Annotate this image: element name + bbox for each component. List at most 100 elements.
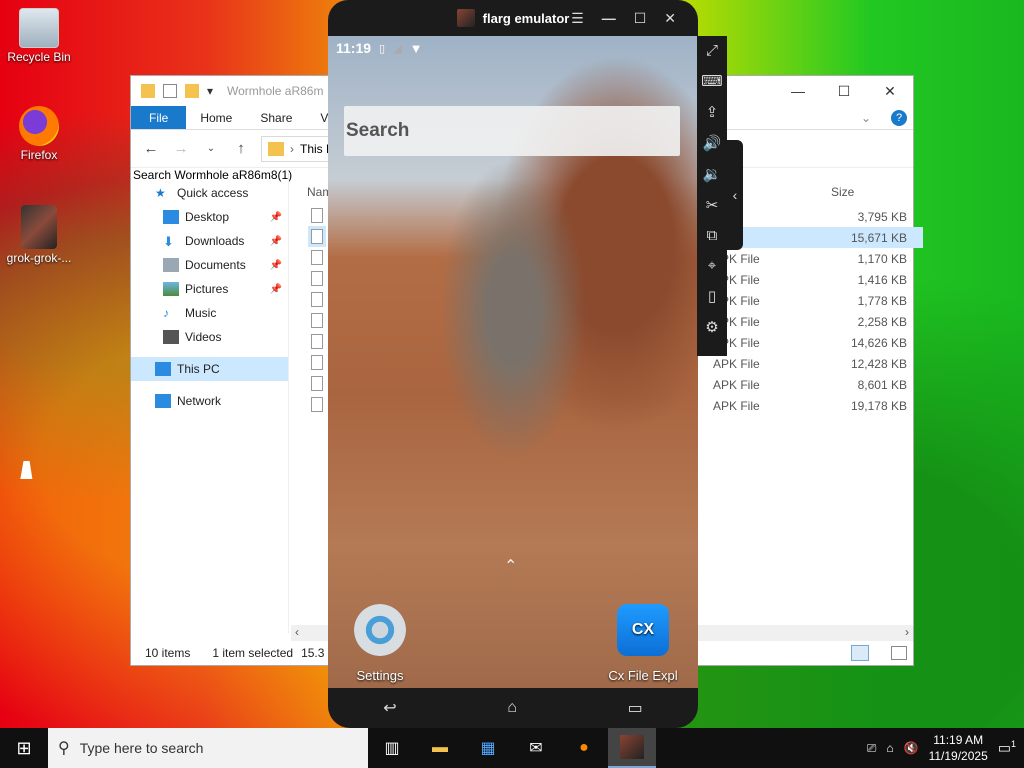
file-size-cell: 14,626 KB — [850, 335, 907, 350]
table-row[interactable]: APK File 8,601 KB — [699, 374, 923, 395]
maximize-button[interactable]: ☐ — [821, 76, 867, 106]
forward-arrow-icon[interactable]: → — [171, 140, 191, 157]
nav-item-downloads[interactable]: ⬇ Downloads 📌 — [131, 229, 288, 253]
nav-item-videos[interactable]: Videos — [131, 325, 288, 349]
new-folder-icon[interactable] — [185, 84, 199, 98]
large-icons-view-icon[interactable] — [891, 646, 907, 660]
file-icon[interactable] — [311, 313, 323, 328]
file-explorer-icon: ▬ — [432, 739, 448, 756]
multi-instance-icon[interactable]: ⧉ — [707, 227, 718, 244]
table-row[interactable]: APK File 14,626 KB — [699, 332, 923, 353]
close-button[interactable]: ✕ — [867, 76, 913, 106]
nav-this-pc[interactable]: This PC — [131, 357, 288, 381]
taskbar-firefox[interactable]: ● — [560, 728, 608, 768]
nav-item-desktop[interactable]: Desktop 📌 — [131, 205, 288, 229]
start-button[interactable]: ⊞ — [0, 728, 48, 768]
column-header-size[interactable]: Size — [831, 185, 854, 199]
file-size-cell: 3,795 KB — [857, 209, 907, 224]
install-apk-icon[interactable]: ⇪ — [706, 103, 719, 121]
nav-quick-access[interactable]: ★ Quick access — [131, 181, 288, 205]
file-icon[interactable] — [311, 292, 323, 307]
tab-home[interactable]: Home — [186, 106, 246, 129]
home-nav-icon[interactable]: ⌂ — [507, 699, 517, 717]
file-icon[interactable] — [311, 271, 323, 286]
wifi-icon: ▼ — [409, 40, 423, 56]
android-home-screen[interactable]: 11:19 ▯ ◢ ▼ Search ⌃ Settings CX Cx File… — [328, 36, 698, 688]
minimize-button[interactable]: — — [775, 76, 821, 106]
table-row[interactable]: APK File 2,258 KB — [699, 311, 923, 332]
file-size-cell: 2,258 KB — [857, 314, 907, 329]
table-row[interactable]: APK File 1,778 KB — [699, 290, 923, 311]
status-selection: 1 item selected — [212, 646, 294, 660]
close-button[interactable]: ✕ — [664, 10, 676, 27]
search-icon: ⚲ — [58, 740, 70, 757]
app-drawer-chevron-icon[interactable]: ⌃ — [504, 556, 517, 576]
network-tray-icon[interactable]: ⌂ — [886, 741, 893, 755]
file-icon[interactable] — [311, 229, 323, 244]
volume-down-icon[interactable]: 🔉 — [703, 165, 722, 183]
table-row[interactable]: APK File 1,416 KB — [699, 269, 923, 290]
app-settings[interactable]: Settings — [335, 604, 425, 683]
system-tray: ⎚ ⌂ 🔇 11:19 AM 11/19/2025 ▭1 — [867, 732, 1024, 764]
fullscreen-icon[interactable]: ⤢ — [706, 42, 718, 59]
task-view-button[interactable]: ▥ — [368, 728, 416, 768]
shake-icon[interactable]: ▯ — [708, 287, 716, 305]
collapse-toolbar-button[interactable]: ‹ — [727, 140, 743, 250]
location-icon[interactable]: ⌖ — [708, 257, 716, 274]
recents-nav-icon[interactable]: ▭ — [628, 698, 643, 718]
table-row[interactable]: APK File 1,170 KB — [699, 248, 923, 269]
table-row[interactable]: APK File 19,178 KB — [699, 395, 923, 416]
expand-ribbon-icon[interactable]: ⌄ — [847, 106, 885, 129]
file-icon[interactable] — [311, 376, 323, 391]
menu-icon[interactable]: ☰ — [571, 10, 584, 27]
details-view-icon[interactable] — [851, 645, 869, 661]
up-arrow-icon[interactable]: ↑ — [231, 140, 251, 157]
file-icon[interactable] — [311, 397, 323, 412]
taskbar-search-box[interactable]: ⚲ Type here to search — [48, 728, 368, 768]
file-icon[interactable] — [311, 355, 323, 370]
app-cx-file-explorer[interactable]: CX Cx File Expl — [598, 604, 688, 683]
properties-icon[interactable] — [163, 84, 177, 98]
taskbar-emulator[interactable] — [608, 728, 656, 768]
clock-time: 11:19 AM — [933, 733, 984, 747]
volume-muted-icon[interactable]: 🔇 — [904, 741, 919, 755]
volume-up-icon[interactable]: 🔊 — [703, 134, 722, 152]
recent-locations-icon[interactable]: ⌄ — [201, 143, 221, 154]
nav-network[interactable]: Network — [131, 389, 288, 413]
emulator-side-toolbar: ⤢ ⌨ ⇪ 🔊 🔉 ✂ ⧉ ⌖ ▯ ⚙ — [697, 36, 727, 356]
nav-item-pictures[interactable]: Pictures 📌 — [131, 277, 288, 301]
home-search-bar[interactable]: Search — [344, 106, 680, 156]
chevron-down-icon[interactable]: ▾ — [207, 84, 215, 98]
meet-now-icon[interactable]: ⎚ — [867, 741, 877, 756]
tab-file[interactable]: File — [131, 106, 187, 129]
back-nav-icon[interactable]: ↩ — [383, 698, 396, 718]
taskbar: ⊞ ⚲ Type here to search ▥ ▬ ▦ ✉ ● ⎚ ⌂ 🔇 … — [0, 728, 1024, 768]
screenshot-scissors-icon[interactable]: ✂ — [706, 196, 719, 214]
nav-item-documents[interactable]: Documents 📌 — [131, 253, 288, 277]
help-icon[interactable]: ? — [885, 106, 913, 129]
nav-item-music[interactable]: ♪ Music — [131, 301, 288, 325]
scroll-left-icon[interactable]: ‹ — [295, 625, 299, 639]
maximize-button[interactable]: ☐ — [634, 10, 647, 27]
back-arrow-icon[interactable]: ← — [141, 140, 161, 157]
file-icon[interactable] — [311, 250, 323, 265]
notification-center-icon[interactable]: ▭1 — [998, 739, 1016, 757]
desktop-icon-grok[interactable]: grok-grok-... — [1, 205, 77, 265]
desktop-icon-firefox[interactable]: Firefox — [1, 106, 77, 162]
desktop-icon-recycle-bin[interactable]: Recycle Bin — [1, 8, 77, 64]
file-icon[interactable] — [311, 334, 323, 349]
table-row[interactable]: APK File 12,428 KB — [699, 353, 923, 374]
keyboard-icon[interactable]: ⌨ — [701, 72, 723, 90]
status-item-count: 10 items — [145, 646, 191, 660]
minimize-button[interactable]: — — [602, 10, 616, 26]
taskbar-clock[interactable]: 11:19 AM 11/19/2025 — [929, 732, 988, 764]
tab-share[interactable]: Share — [246, 106, 306, 129]
pin-icon: 📌 — [269, 283, 282, 295]
file-icon[interactable] — [311, 208, 323, 223]
taskbar-file-explorer[interactable]: ▬ — [416, 728, 464, 768]
scroll-right-icon[interactable]: › — [905, 625, 909, 639]
emulator-title: flarg emulator — [482, 10, 570, 26]
taskbar-mail[interactable]: ✉ — [512, 728, 560, 768]
gear-icon[interactable]: ⚙ — [705, 318, 718, 336]
taskbar-store[interactable]: ▦ — [464, 728, 512, 768]
